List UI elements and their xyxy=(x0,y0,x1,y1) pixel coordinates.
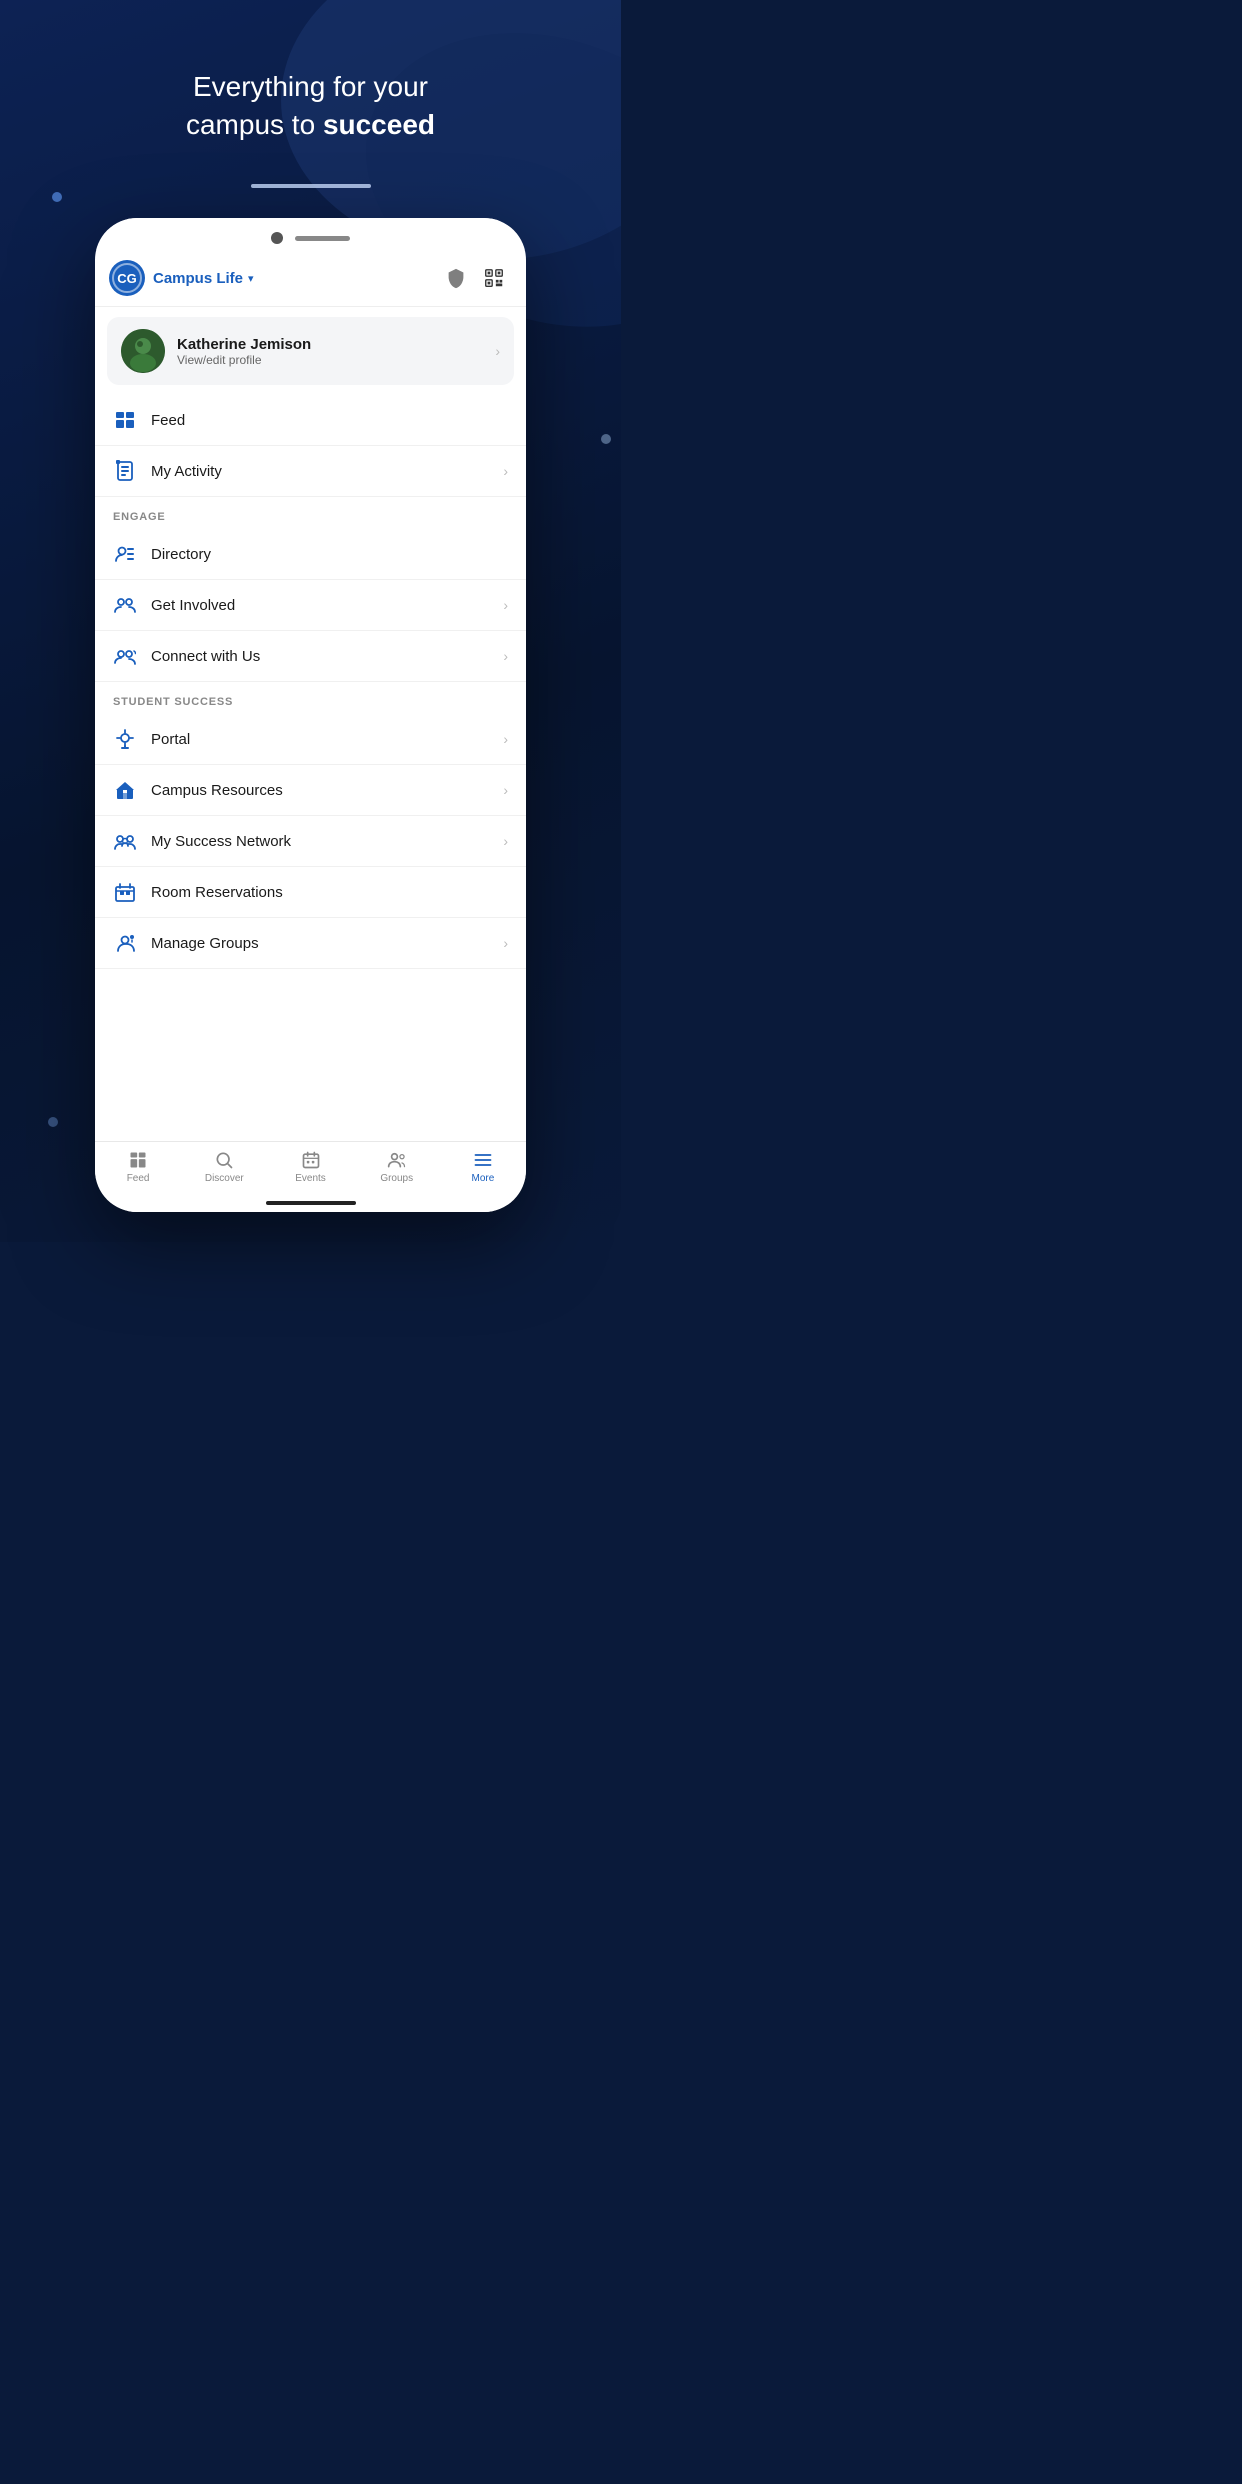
avatar xyxy=(121,329,165,373)
app-header: CG Campus Life ▾ xyxy=(95,250,526,307)
hero-underline xyxy=(251,184,371,188)
directory-label: Directory xyxy=(151,546,508,563)
my-success-network-label: My Success Network xyxy=(151,833,489,850)
phone-screen: CG Campus Life ▾ xyxy=(95,218,526,1212)
more-tab-label: More xyxy=(472,1173,495,1184)
portal-chevron-icon: › xyxy=(503,731,508,747)
get-involved-label: Get Involved xyxy=(151,597,489,614)
success-network-chevron-icon: › xyxy=(503,833,508,849)
student-success-section-header: STUDENT SUCCESS xyxy=(95,682,526,714)
app-content: CG Campus Life ▾ xyxy=(95,250,526,1141)
events-tab-icon xyxy=(301,1150,321,1170)
events-tab-label: Events xyxy=(295,1173,326,1184)
profile-subtitle: View/edit profile xyxy=(177,353,483,367)
manage-groups-chevron-icon: › xyxy=(503,935,508,951)
get-involved-chevron-icon: › xyxy=(503,597,508,613)
manage-groups-label: Manage Groups xyxy=(151,935,489,952)
nav-tab-discover[interactable]: Discover xyxy=(181,1142,267,1188)
profile-info: Katherine Jemison View/edit profile xyxy=(177,336,483,367)
menu-item-my-success-network[interactable]: My Success Network › xyxy=(95,816,526,867)
nav-tab-events[interactable]: Events xyxy=(267,1142,353,1188)
portal-icon xyxy=(113,727,137,751)
phone-frame: CG Campus Life ▾ xyxy=(95,218,526,1212)
bg-dot-3 xyxy=(48,1117,58,1127)
success-network-icon xyxy=(113,829,137,853)
feed-tab-label: Feed xyxy=(127,1173,150,1184)
menu-item-portal[interactable]: Portal › xyxy=(95,714,526,765)
home-indicator xyxy=(95,1194,526,1212)
get-involved-icon xyxy=(113,593,137,617)
more-tab-icon xyxy=(473,1150,493,1170)
campus-resources-icon xyxy=(113,778,137,802)
menu-item-room-reservations[interactable]: Room Reservations xyxy=(95,867,526,918)
connect-chevron-icon: › xyxy=(503,648,508,664)
feed-icon xyxy=(113,408,137,432)
phone-camera xyxy=(271,232,283,244)
connect-icon xyxy=(113,644,137,668)
my-activity-label: My Activity xyxy=(151,463,489,480)
header-icons xyxy=(442,264,508,292)
phone-top-bar xyxy=(95,218,526,250)
home-bar xyxy=(266,1201,356,1205)
app-title: Campus Life xyxy=(153,270,243,287)
room-reservations-label: Room Reservations xyxy=(151,884,508,901)
nav-tab-groups[interactable]: Groups xyxy=(354,1142,440,1188)
directory-icon xyxy=(113,542,137,566)
menu-item-connect-with-us[interactable]: Connect with Us › xyxy=(95,631,526,682)
qr-code-icon[interactable] xyxy=(480,264,508,292)
feed-label: Feed xyxy=(151,412,508,429)
engage-section-header: ENGAGE xyxy=(95,497,526,529)
bg-dot-2 xyxy=(601,434,611,444)
hero-headline: Everything for your campus to succeed xyxy=(0,68,621,144)
activity-icon xyxy=(113,459,137,483)
groups-tab-icon xyxy=(387,1150,407,1170)
profile-card[interactable]: Katherine Jemison View/edit profile › xyxy=(107,317,514,385)
bottom-nav: Feed Discover Ev xyxy=(95,1141,526,1194)
menu-item-directory[interactable]: Directory xyxy=(95,529,526,580)
campus-resources-label: Campus Resources xyxy=(151,782,489,799)
connect-with-us-label: Connect with Us xyxy=(151,648,489,665)
phone-speaker xyxy=(295,236,350,241)
title-chevron-icon: ▾ xyxy=(248,272,254,285)
shield-icon[interactable] xyxy=(442,264,470,292)
room-reservations-icon xyxy=(113,880,137,904)
menu-item-manage-groups[interactable]: Manage Groups › xyxy=(95,918,526,969)
discover-tab-icon xyxy=(214,1150,234,1170)
app-logo: CG xyxy=(109,260,145,296)
groups-tab-label: Groups xyxy=(380,1173,413,1184)
portal-label: Portal xyxy=(151,731,489,748)
discover-tab-label: Discover xyxy=(205,1173,244,1184)
campus-resources-chevron-icon: › xyxy=(503,782,508,798)
profile-name: Katherine Jemison xyxy=(177,336,483,353)
feed-tab-icon xyxy=(128,1150,148,1170)
manage-groups-icon xyxy=(113,931,137,955)
menu-item-campus-resources[interactable]: Campus Resources › xyxy=(95,765,526,816)
nav-tab-more[interactable]: More xyxy=(440,1142,526,1188)
menu-item-my-activity[interactable]: My Activity › xyxy=(95,446,526,497)
profile-chevron-icon: › xyxy=(495,343,500,359)
activity-chevron-icon: › xyxy=(503,463,508,479)
menu-item-get-involved[interactable]: Get Involved › xyxy=(95,580,526,631)
app-title-row[interactable]: Campus Life ▾ xyxy=(153,270,442,287)
nav-tab-feed[interactable]: Feed xyxy=(95,1142,181,1188)
bg-dot-1 xyxy=(52,192,62,202)
menu-item-feed[interactable]: Feed xyxy=(95,395,526,446)
